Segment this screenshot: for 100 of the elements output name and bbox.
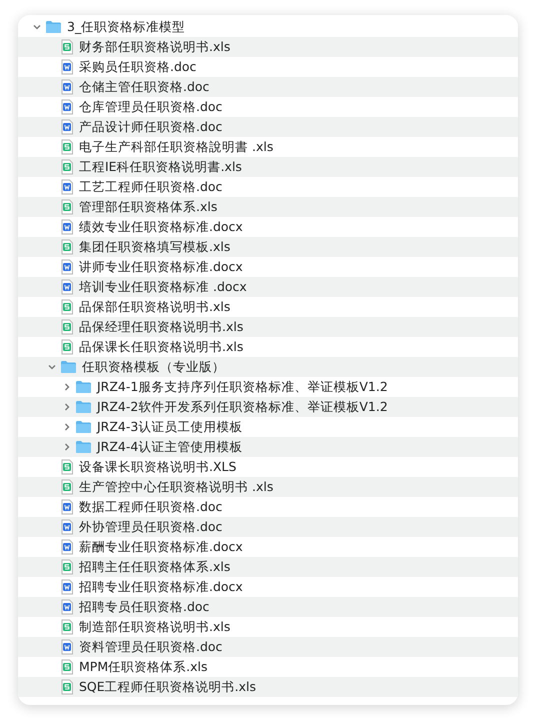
folder-row[interactable]: JRZ4-1服务支持序列任职资格标准、举证模板V1.2 [18, 377, 518, 397]
file-row[interactable]: 产品设计师任职资格.doc [18, 117, 518, 137]
spreadsheet-file-icon [60, 39, 74, 55]
file-name: 管理部任职资格体系.xls [79, 198, 218, 216]
folder-name: 3_任职资格标准模型 [67, 18, 186, 36]
spreadsheet-file-icon [60, 299, 74, 315]
collapse-chevron-icon[interactable] [32, 22, 42, 32]
file-row[interactable]: 品保课长任职资格说明书.xls [18, 337, 518, 357]
spreadsheet-file-icon [60, 459, 74, 475]
spreadsheet-file-icon [60, 619, 74, 635]
file-name: 资料管理员任职资格.doc [79, 638, 222, 656]
file-name: 品保部任职资格说明书.xls [79, 298, 230, 316]
folder-icon [75, 400, 92, 414]
spreadsheet-file-icon [60, 159, 74, 175]
folder-name: 任职资格模板（专业版） [82, 358, 225, 376]
file-row[interactable]: 设备课长职资格说明书.XLS [18, 457, 518, 477]
folder-icon [75, 440, 92, 454]
document-file-icon [60, 119, 74, 135]
document-file-icon [60, 519, 74, 535]
file-row[interactable]: 薪酬专业任职资格标准.docx [18, 537, 518, 557]
file-name: 工程IE科任职资格说明書.xls [79, 158, 242, 176]
file-row[interactable]: 集团任职资格填写模板.xls [18, 237, 518, 257]
file-row[interactable]: 品保经理任职资格说明书.xls [18, 317, 518, 337]
file-row[interactable]: 讲师专业任职资格标准.docx [18, 257, 518, 277]
folder-row[interactable]: JRZ4-3认证员工使用模板 [18, 417, 518, 437]
spreadsheet-file-icon [60, 319, 74, 335]
document-file-icon [60, 79, 74, 95]
file-name: MPM任职资格体系.xls [79, 658, 208, 676]
file-name: 数据工程师任职资格.doc [79, 498, 222, 516]
file-row[interactable]: SQE工程师任职资格说明书.xls [18, 677, 518, 697]
collapse-chevron-icon[interactable] [47, 362, 57, 372]
spreadsheet-file-icon [60, 559, 74, 575]
file-row[interactable]: 资料管理员任职资格.doc [18, 637, 518, 657]
document-file-icon [60, 179, 74, 195]
file-name: 设备课长职资格说明书.XLS [79, 458, 236, 476]
file-row[interactable]: 制造部任职资格说明书.xls [18, 617, 518, 637]
file-row[interactable]: 管理部任职资格体系.xls [18, 197, 518, 217]
file-name: 绩效专业任职资格标准.docx [79, 218, 243, 236]
folder-row[interactable]: 3_任职资格标准模型 [18, 17, 518, 37]
folder-row[interactable]: 任职资格模板（专业版） [18, 357, 518, 377]
file-name: 招聘专业任职资格标准.docx [79, 578, 243, 596]
file-row[interactable]: 招聘主任任职资格体系.xls [18, 557, 518, 577]
file-row[interactable]: 财务部任职资格说明书.xls [18, 37, 518, 57]
file-row[interactable]: 采购员任职资格.doc [18, 57, 518, 77]
document-file-icon [60, 59, 74, 75]
file-name: SQE工程师任职资格说明书.xls [79, 678, 256, 696]
file-row[interactable]: 培训专业任职资格标准 .docx [18, 277, 518, 297]
file-name: 电子生产科部任职资格說明書 .xls [79, 138, 274, 156]
spreadsheet-file-icon [60, 199, 74, 215]
document-file-icon [60, 219, 74, 235]
spreadsheet-file-icon [60, 479, 74, 495]
file-row[interactable]: 生产管控中心任职资格说明书 .xls [18, 477, 518, 497]
file-row[interactable]: 工程IE科任职资格说明書.xls [18, 157, 518, 177]
file-name: 招聘主任任职资格体系.xls [79, 558, 230, 576]
file-name: 品保课长任职资格说明书.xls [79, 338, 244, 356]
file-row[interactable]: 电子生产科部任职资格說明書 .xls [18, 137, 518, 157]
folder-name: JRZ4-3认证员工使用模板 [97, 418, 242, 436]
file-row[interactable]: 外协管理员任职资格.doc [18, 517, 518, 537]
folder-icon [75, 380, 92, 394]
spreadsheet-file-icon [60, 139, 74, 155]
folder-icon [75, 420, 92, 434]
file-name: 培训专业任职资格标准 .docx [79, 278, 247, 296]
file-name: 产品设计师任职资格.doc [79, 118, 222, 136]
file-name: 讲师专业任职资格标准.docx [79, 258, 243, 276]
file-row[interactable]: 仓储主管任职资格.doc [18, 77, 518, 97]
file-name: 财务部任职资格说明书.xls [79, 38, 230, 56]
file-name: 招聘专员任职资格.doc [79, 598, 210, 616]
document-file-icon [60, 499, 74, 515]
file-row[interactable]: 招聘专员任职资格.doc [18, 597, 518, 617]
document-file-icon [60, 579, 74, 595]
folder-name: JRZ4-4认证主管使用模板 [97, 438, 242, 456]
file-name: 制造部任职资格说明书.xls [79, 618, 230, 636]
spreadsheet-file-icon [60, 339, 74, 355]
file-row[interactable]: 招聘专业任职资格标准.docx [18, 577, 518, 597]
document-file-icon [60, 99, 74, 115]
document-file-icon [60, 279, 74, 295]
spreadsheet-file-icon [60, 679, 74, 695]
file-row[interactable]: 品保部任职资格说明书.xls [18, 297, 518, 317]
file-name: 外协管理员任职资格.doc [79, 518, 222, 536]
file-row[interactable]: 工艺工程师任职资格.doc [18, 177, 518, 197]
spreadsheet-file-icon [60, 239, 74, 255]
document-file-icon [60, 599, 74, 615]
document-file-icon [60, 639, 74, 655]
file-name: 生产管控中心任职资格说明书 .xls [79, 478, 274, 496]
document-file-icon [60, 539, 74, 555]
file-name: 采购员任职资格.doc [79, 58, 196, 76]
folder-row[interactable]: JRZ4-4认证主管使用模板 [18, 437, 518, 457]
folder-row[interactable]: JRZ4-2软件开发系列任职资格标准、举证模板V1.2 [18, 397, 518, 417]
file-row[interactable]: 仓库管理员任职资格.doc [18, 97, 518, 117]
file-name: 仓储主管任职资格.doc [79, 78, 210, 96]
file-name: 工艺工程师任职资格.doc [79, 178, 222, 196]
document-file-icon [60, 259, 74, 275]
file-row[interactable]: MPM任职资格体系.xls [18, 657, 518, 677]
file-row[interactable]: 绩效专业任职资格标准.docx [18, 217, 518, 237]
file-name: 仓库管理员任职资格.doc [79, 98, 222, 116]
file-name: 品保经理任职资格说明书.xls [79, 318, 244, 336]
folder-name: JRZ4-2软件开发系列任职资格标准、举证模板V1.2 [97, 398, 388, 416]
folder-icon [60, 360, 77, 374]
spreadsheet-file-icon [60, 659, 74, 675]
file-row[interactable]: 数据工程师任职资格.doc [18, 497, 518, 517]
